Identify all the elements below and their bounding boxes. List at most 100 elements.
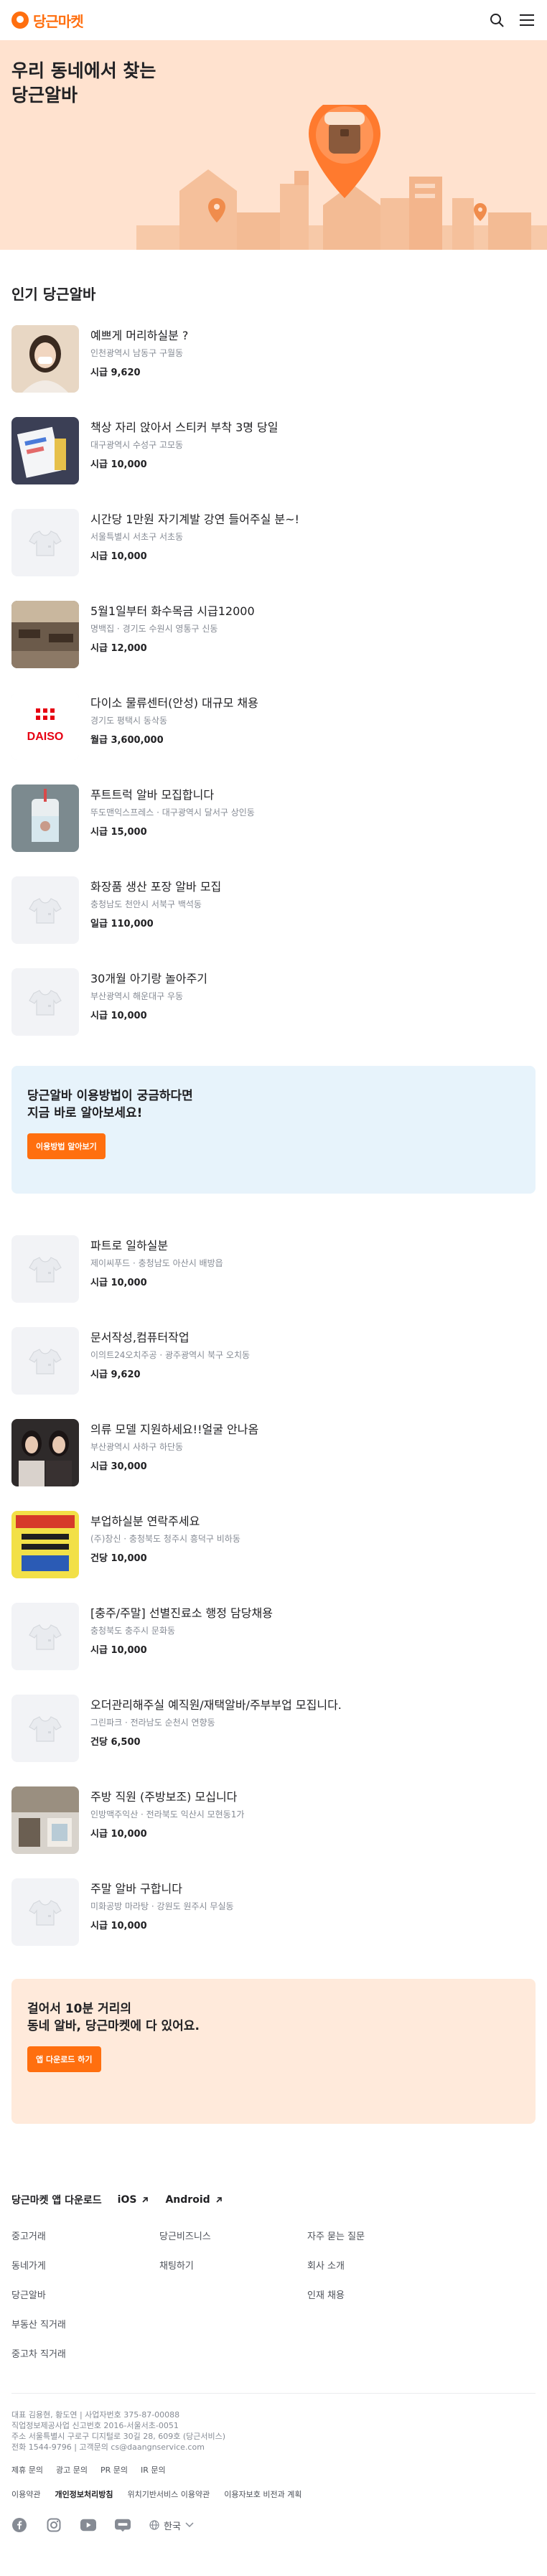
job-title: [충주/주말] 선별진료소 행정 담당채용 xyxy=(90,1606,273,1620)
job-thumbnail xyxy=(11,1878,79,1946)
job-location: 서울특별시 서초구 서초동 xyxy=(90,532,184,542)
job-title: 푸트트럭 알바 모집합니다 xyxy=(90,788,215,802)
job-pay: 시급 9,620 xyxy=(90,1369,141,1380)
job-location: 부산광역시 해운대구 우동 xyxy=(90,991,184,1001)
job-thumbnail xyxy=(11,509,79,576)
job-item[interactable]: 파트로 일하실분 제이씨푸드 · 충청남도 아산시 배방읍 시급 10,000 xyxy=(0,1222,547,1314)
app-banner: 걸어서 10분 거리의 동네 알바, 당근마켓에 다 있어요. 앱 다운로드 하… xyxy=(11,1979,536,2124)
job-item[interactable]: DAISO 다이소 물류센터(안성) 대규모 채용 경기도 평택시 동삭동 월급 3,… xyxy=(0,680,547,772)
footer-link[interactable]: 인재 채용 xyxy=(307,2287,455,2301)
policy-link[interactable]: 위치기반서비스 이용약관 xyxy=(127,2488,210,2500)
footer-policy-links: 이용약관 개인정보처리방침 위치기반서비스 이용약관 이용자보호 비전과 계획 xyxy=(11,2488,536,2500)
menu-icon[interactable] xyxy=(518,11,536,29)
job-item[interactable]: 책상 자리 앉아서 스티커 부착 3명 당일 대구광역시 수성구 고모동 시급 10… xyxy=(0,404,547,496)
job-pay: 시급 10,000 xyxy=(90,551,147,562)
policy-link[interactable]: 이용약관 xyxy=(11,2488,40,2500)
app-banner-line2: 동네 알바, 당근마켓에 다 있어요. xyxy=(27,2019,200,2033)
job-thumbnail xyxy=(11,876,79,944)
job-item[interactable]: 의류 모델 지원하세요!!얼굴 안나옴 부산광역시 사하구 하단동 시급 30,00… xyxy=(0,1406,547,1498)
job-thumbnail xyxy=(11,325,79,393)
footer: 당근마켓 앱 다운로드 iOS Android 중고거래 당근비즈니스 자주 묻는 … xyxy=(0,2193,547,2533)
company-info-line: 전화 1544-9796 | 고객문의 cs@daangnservice.com xyxy=(11,2442,205,2452)
job-pay: 건당 10,000 xyxy=(90,1553,147,1564)
job-pay: 시급 10,000 xyxy=(90,1921,147,1931)
app-banner-line1: 걸어서 10분 거리의 xyxy=(27,2002,131,2016)
instagram-icon[interactable] xyxy=(46,2517,62,2533)
job-title: 5월1일부터 화수목금 시급12000 xyxy=(90,604,255,618)
app-download-button[interactable]: 앱 다운로드 하기 xyxy=(27,2046,101,2072)
job-thumbnail xyxy=(11,968,79,1036)
footer-link[interactable]: 중고차 직거래 xyxy=(11,2346,159,2360)
section-title-popular: 인기 당근알바 xyxy=(11,286,96,303)
job-thumbnail xyxy=(11,1235,79,1303)
android-link[interactable]: Android xyxy=(165,2194,223,2206)
job-location: 충청남도 천안시 서북구 백석동 xyxy=(90,899,202,909)
job-pay: 건당 6,500 xyxy=(90,1737,141,1748)
facebook-icon[interactable] xyxy=(11,2517,27,2533)
job-title: 화장품 생산 포장 알바 모집 xyxy=(90,880,222,894)
footer-inquiry-links: 제휴 문의 광고 문의 PR 문의 IR 문의 xyxy=(11,2464,536,2476)
inquiry-link[interactable]: 제휴 문의 xyxy=(11,2464,43,2476)
how-to-use-button[interactable]: 이용방법 알아보기 xyxy=(27,1133,106,1159)
job-item[interactable]: 30개월 아기랑 놀아주기 부산광역시 해운대구 우동 시급 10,000 xyxy=(0,955,547,1047)
footer-link-empty xyxy=(307,2317,455,2331)
job-info: 시간당 1만원 자기계발 강연 들어주실 분~! 서울특별시 서초구 서초동 시급 … xyxy=(90,509,299,575)
job-pay: 월급 3,600,000 xyxy=(90,735,164,746)
job-item[interactable]: 5월1일부터 화수목금 시급12000 명백집 · 경기도 수원시 영통구 신동 시… xyxy=(0,588,547,680)
hero-banner: 우리 동네에서 찾는 당근알바 xyxy=(0,40,547,250)
footer-divider xyxy=(11,2393,536,2394)
job-pay: 시급 10,000 xyxy=(90,459,147,470)
job-item[interactable]: 주방 직원 (주방보조) 모십니다 인방맥주익산 · 전라북도 익산시 모현동1가… xyxy=(0,1774,547,1865)
logo[interactable]: 당근마켓 xyxy=(11,10,84,31)
help-banner-line1: 당근알바 이용방법이 궁금하다면 xyxy=(27,1089,193,1103)
job-pay: 시급 15,000 xyxy=(90,827,147,838)
job-item[interactable]: [충주/주말] 선별진료소 행정 담당채용 충청북도 충주시 문화동 시급 10,0… xyxy=(0,1590,547,1682)
job-item[interactable]: 화장품 생산 포장 알바 모집 충청남도 천안시 서북구 백석동 일급 110,00… xyxy=(0,863,547,955)
job-item[interactable]: 푸트트럭 알바 모집합니다 뚜도맨익스프레스 · 대구광역시 달서구 상인동 시급 … xyxy=(0,772,547,863)
inquiry-link[interactable]: PR 문의 xyxy=(100,2464,128,2476)
footer-link[interactable]: 채팅하기 xyxy=(159,2258,307,2272)
footer-link[interactable]: 자주 묻는 질문 xyxy=(307,2229,455,2242)
job-item[interactable]: 예쁘게 머리하실분 ? 인천광역시 남동구 구월동 시급 9,620 xyxy=(0,312,547,404)
inquiry-link[interactable]: IR 문의 xyxy=(141,2464,166,2476)
job-item[interactable]: 주말 알바 구합니다 미화공방 마라탕 · 강원도 원주시 무실동 시급 10,00… xyxy=(0,1865,547,1957)
job-location: 그린파크 · 전라남도 순천시 연향동 xyxy=(90,1718,215,1728)
job-title: 예쁘게 머리하실분 ? xyxy=(90,329,189,342)
footer-link[interactable]: 중고거래 xyxy=(11,2229,159,2242)
language-selector[interactable]: 한국 xyxy=(149,2519,194,2532)
job-location: 부산광역시 사하구 하단동 xyxy=(90,1442,184,1452)
android-link-label: Android xyxy=(165,2194,210,2206)
job-item[interactable]: 오더관리해주실 예직원/재택알바/주부부업 모집니다. 그린파크 · 전라남도 순… xyxy=(0,1682,547,1774)
job-item[interactable]: 문서작성,컴퓨터작업 이의트24오치주공 · 광주광역시 북구 오치동 시급 9,6… xyxy=(0,1314,547,1406)
job-title: 30개월 아기랑 놀아주기 xyxy=(90,972,208,985)
inquiry-link[interactable]: 광고 문의 xyxy=(56,2464,88,2476)
footer-link[interactable]: 부동산 직거래 xyxy=(11,2317,159,2331)
policy-link[interactable]: 개인정보처리방침 xyxy=(55,2488,113,2500)
arrow-up-right-icon xyxy=(216,2197,222,2203)
policy-link[interactable]: 이용자보호 비전과 계획 xyxy=(224,2488,301,2500)
job-info: [충주/주말] 선별진료소 행정 담당채용 충청북도 충주시 문화동 시급 10,0… xyxy=(90,1603,273,1669)
job-thumbnail xyxy=(11,1419,79,1486)
job-info: 주방 직원 (주방보조) 모십니다 인방맥주익산 · 전라북도 익산시 모현동1가… xyxy=(90,1786,244,1853)
footer-link[interactable]: 당근알바 xyxy=(11,2287,159,2301)
footer-link-empty xyxy=(159,2287,307,2301)
blog-icon[interactable] xyxy=(115,2517,131,2533)
job-info: 파트로 일하실분 제이씨푸드 · 충청남도 아산시 배방읍 시급 10,000 xyxy=(90,1235,223,1301)
help-banner-line2: 지금 바로 알아보세요! xyxy=(27,1106,143,1120)
ios-link[interactable]: iOS xyxy=(118,2194,150,2206)
youtube-icon[interactable] xyxy=(80,2517,96,2533)
footer-link[interactable]: 회사 소개 xyxy=(307,2258,455,2272)
job-item[interactable]: 부업하실분 연락주세요 (주)창신 · 충청북도 청주시 흥덕구 비하동 건당 10… xyxy=(0,1498,547,1590)
job-location: 제이씨푸드 · 충청남도 아산시 배방읍 xyxy=(90,1258,223,1268)
search-icon[interactable] xyxy=(488,11,505,29)
job-item[interactable]: 시간당 1만원 자기계발 강연 들어주실 분~! 서울특별시 서초구 서초동 시급 … xyxy=(0,496,547,588)
job-list-a: 예쁘게 머리하실분 ? 인천광역시 남동구 구월동 시급 9,620 책상 자리 앉아… xyxy=(0,312,547,1047)
logo-text: 당근마켓 xyxy=(33,12,84,30)
footer-link[interactable]: 당근비즈니스 xyxy=(159,2229,307,2242)
job-title: 오더관리해주실 예직원/재택알바/주부부업 모집니다. xyxy=(90,1698,342,1712)
job-pay: 시급 10,000 xyxy=(90,1829,147,1840)
help-banner: 당근알바 이용방법이 궁금하다면 지금 바로 알아보세요! 이용방법 알아보기 xyxy=(11,1066,536,1194)
footer-link[interactable]: 동네가게 xyxy=(11,2258,159,2272)
app-banner-title: 걸어서 10분 거리의 동네 알바, 당근마켓에 다 있어요. xyxy=(27,2000,520,2035)
job-thumbnail xyxy=(11,417,79,484)
